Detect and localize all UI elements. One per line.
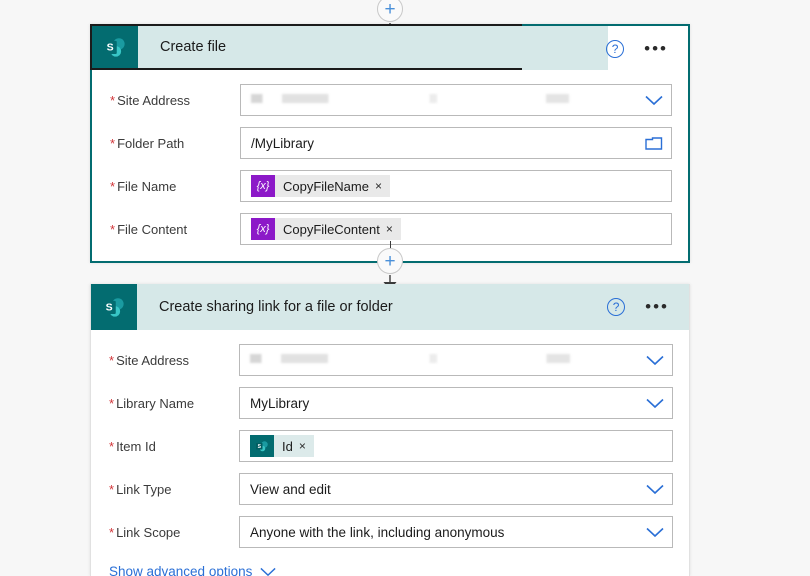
- chevron-down-icon[interactable]: [646, 355, 664, 366]
- file-content-input[interactable]: {x} CopyFileContent ×: [240, 213, 672, 245]
- remove-token-icon[interactable]: ×: [386, 222, 401, 236]
- site-address-value: [251, 85, 639, 115]
- more-options-icon[interactable]: •••: [644, 40, 668, 57]
- folder-path-value: /MyLibrary: [251, 135, 315, 151]
- dynamic-content-token[interactable]: {x} CopyFileName ×: [251, 175, 390, 197]
- field-label: * Item Id: [109, 438, 156, 454]
- card-header[interactable]: S Create file: [90, 24, 608, 70]
- chevron-down-icon[interactable]: [646, 398, 664, 409]
- field-row-link-type: * Link Type View and edit: [101, 473, 673, 505]
- file-name-input[interactable]: {x} CopyFileName ×: [240, 170, 672, 202]
- required-asterisk: *: [110, 178, 116, 194]
- field-label: * Folder Path: [110, 135, 185, 151]
- field-row-library-name: * Library Name MyLibrary: [101, 387, 673, 419]
- required-asterisk: *: [109, 524, 115, 540]
- field-row-file-name: * File Name {x} CopyFileName ×: [102, 170, 672, 202]
- library-name-value: MyLibrary: [250, 395, 310, 411]
- required-asterisk: *: [109, 352, 115, 368]
- sharepoint-icon: S: [91, 284, 137, 330]
- required-asterisk: *: [110, 221, 116, 237]
- plus-icon: +: [384, 0, 396, 20]
- item-id-input[interactable]: S Id ×: [239, 430, 673, 462]
- required-asterisk: *: [109, 395, 115, 411]
- action-card-create-file[interactable]: S Create file ? ••• * Site Address * Fol…: [90, 24, 690, 263]
- field-row-folder-path: * Folder Path /MyLibrary: [102, 127, 672, 159]
- library-name-dropdown[interactable]: MyLibrary: [239, 387, 673, 419]
- chevron-down-icon[interactable]: [645, 95, 663, 106]
- plus-icon: +: [384, 250, 396, 272]
- card-header-actions: ? •••: [606, 26, 688, 72]
- field-label: * Site Address: [110, 92, 191, 108]
- token-label: CopyFileName: [283, 178, 369, 194]
- field-label: * Site Address: [109, 352, 190, 368]
- more-options-icon[interactable]: •••: [645, 298, 669, 315]
- field-row-site-address: * Site Address: [101, 344, 673, 376]
- field-row-link-scope: * Link Scope Anyone with the link, includ…: [101, 516, 673, 548]
- show-advanced-options-link[interactable]: Show advanced options: [101, 550, 673, 576]
- required-asterisk: *: [110, 92, 116, 108]
- add-step-button-top[interactable]: +: [377, 0, 403, 22]
- remove-token-icon[interactable]: ×: [299, 439, 314, 453]
- dynamic-content-token[interactable]: S Id ×: [250, 435, 314, 457]
- add-step-button-middle[interactable]: +: [377, 248, 403, 274]
- sharepoint-token-icon: S: [250, 435, 274, 457]
- field-label: * File Name: [110, 178, 177, 194]
- field-label: * Link Scope: [109, 524, 181, 540]
- token-label: CopyFileContent: [283, 221, 380, 237]
- card-body: *Site Address *Folder Path /MyLibrary: [92, 68, 688, 261]
- field-row-item-id: * Item Id S Id ×: [101, 430, 673, 462]
- token-label: Id: [282, 438, 293, 454]
- site-address-value: [250, 345, 640, 375]
- site-address-dropdown[interactable]: [240, 84, 672, 116]
- card-title: Create sharing link for a file or folder: [159, 299, 393, 315]
- site-address-dropdown[interactable]: [239, 344, 673, 376]
- variable-token-icon: {x}: [251, 175, 275, 197]
- chevron-down-icon[interactable]: [260, 567, 276, 576]
- link-type-value: View and edit: [250, 481, 331, 497]
- chevron-down-icon[interactable]: [646, 527, 664, 538]
- field-label: * Library Name: [109, 395, 195, 411]
- chevron-down-icon[interactable]: [646, 484, 664, 495]
- header-filler: [522, 24, 608, 70]
- link-type-dropdown[interactable]: View and edit: [239, 473, 673, 505]
- field-label: * File Content: [110, 221, 188, 237]
- help-icon[interactable]: ?: [606, 40, 625, 58]
- link-scope-value: Anyone with the link, including anonymou…: [250, 524, 505, 540]
- link-scope-dropdown[interactable]: Anyone with the link, including anonymou…: [239, 516, 673, 548]
- connector-line: [389, 241, 391, 248]
- action-card-create-sharing-link[interactable]: S Create sharing link for a file or fold…: [90, 284, 690, 576]
- field-row-site-address: * Site Address: [102, 84, 672, 116]
- card-header-actions: ? •••: [607, 284, 689, 330]
- card-header[interactable]: S Create sharing link for a file or fold…: [91, 284, 689, 330]
- help-icon[interactable]: ?: [607, 298, 626, 316]
- folder-picker-icon[interactable]: [645, 136, 663, 151]
- folder-path-input[interactable]: /MyLibrary: [240, 127, 672, 159]
- required-asterisk: *: [109, 481, 115, 497]
- required-asterisk: *: [109, 438, 115, 454]
- required-asterisk: *: [110, 135, 116, 151]
- svg-text:S: S: [106, 302, 113, 314]
- remove-token-icon[interactable]: ×: [375, 179, 390, 193]
- card-body: *Site Address *Library Name MyLibrary: [91, 330, 689, 576]
- sharepoint-icon: S: [92, 26, 138, 68]
- dynamic-content-token[interactable]: {x} CopyFileContent ×: [251, 218, 401, 240]
- field-label: * Link Type: [109, 481, 172, 497]
- svg-text:S: S: [107, 42, 114, 54]
- flow-designer-canvas: + S Create file ? ••• * Site Address * F…: [0, 0, 810, 576]
- variable-token-icon: {x}: [251, 218, 275, 240]
- show-advanced-options-label: Show advanced options: [109, 564, 253, 576]
